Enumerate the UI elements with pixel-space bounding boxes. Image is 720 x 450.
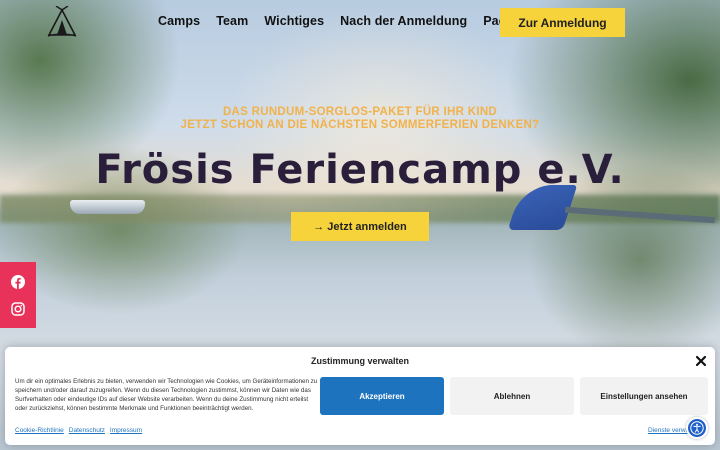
cookie-links: Cookie-Richtlinie Datenschutz Impressum	[15, 427, 142, 434]
nav-item-nach-der-anmeldung[interactable]: Nach der Anmeldung	[340, 14, 467, 28]
hero-subline-1: DAS RUNDUM-SORGLOS-PAKET FÜR IHR KIND	[222, 106, 498, 118]
imprint-link[interactable]: Impressum	[110, 427, 142, 434]
view-preferences-button[interactable]: Einstellungen ansehen	[580, 377, 708, 415]
nav-item-team[interactable]: Team	[216, 14, 248, 28]
accessibility-icon	[690, 421, 704, 435]
accept-button[interactable]: Akzeptieren	[320, 377, 444, 415]
facebook-icon[interactable]	[11, 275, 25, 289]
instagram-icon[interactable]	[11, 302, 25, 316]
nav-item-camps[interactable]: Camps	[158, 14, 200, 28]
accessibility-button[interactable]	[686, 417, 708, 439]
zur-anmeldung-button[interactable]: Zur Anmeldung	[500, 8, 625, 37]
hero-boat	[70, 200, 145, 214]
privacy-link[interactable]: Datenschutz	[69, 427, 105, 434]
cookie-consent-dialog: Zustimmung verwalten Um dir ein optimale…	[5, 347, 715, 445]
cookie-policy-link[interactable]: Cookie-Richtlinie	[15, 427, 64, 434]
hero-subline-2: JETZT SCHON AN DIE NÄCHSTEN SOMMERFERIEN…	[180, 119, 540, 131]
jetzt-anmelden-button[interactable]: → Jetzt anmelden	[291, 212, 429, 241]
cookie-dialog-title: Zustimmung verwalten	[310, 356, 409, 366]
main-nav: Camps Team Wichtiges Nach der Anmeldung …	[158, 14, 554, 28]
close-icon[interactable]	[695, 355, 707, 367]
hero-title: Frösis Feriencamp e.V.	[95, 147, 625, 193]
social-sidebar	[0, 262, 36, 328]
teepee-logo-icon[interactable]	[44, 6, 80, 38]
deny-button[interactable]: Ablehnen	[450, 377, 574, 415]
cookie-dialog-text: Um dir ein optimales Erlebnis zu bieten,…	[15, 378, 318, 412]
nav-item-wichtiges[interactable]: Wichtiges	[264, 14, 324, 28]
